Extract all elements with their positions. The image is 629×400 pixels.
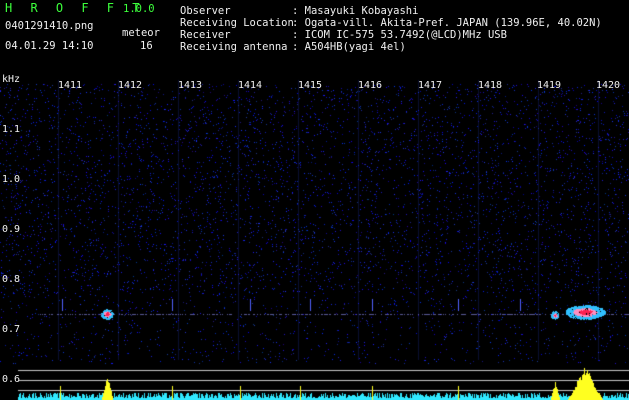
minute-label: 1416 xyxy=(358,80,383,91)
app-version: 1.0.0 xyxy=(123,3,155,15)
frequency-label: 1.0 xyxy=(2,174,21,185)
minute-label: 1420 xyxy=(596,80,621,91)
meteor-count: 16 xyxy=(140,40,153,52)
receiver-label: Receiver xyxy=(180,29,231,41)
frequency-label: 1.1 xyxy=(2,124,21,135)
minute-label: 1411 xyxy=(58,80,83,91)
antenna-value: : A504HB(yagi 4el) xyxy=(292,41,406,53)
antenna-label: Receiving antenna xyxy=(180,41,288,53)
observer-label: Observer xyxy=(180,5,231,17)
frequency-label: 0.8 xyxy=(2,274,21,285)
minute-label: 1417 xyxy=(418,80,443,91)
frequency-label: 0.9 xyxy=(2,224,21,235)
frequency-label: 0.7 xyxy=(2,324,21,335)
observer-value: : Masayuki Kobayashi xyxy=(292,5,419,17)
minute-label: 1414 xyxy=(238,80,263,91)
minute-label: 1415 xyxy=(298,80,323,91)
minute-label: 1412 xyxy=(118,80,143,91)
frequency-unit-label: kHz xyxy=(2,74,21,85)
minute-label: 1418 xyxy=(478,80,503,91)
receiver-value: : ICOM IC-575 53.7492(@LCD)MHz USB xyxy=(292,29,507,41)
meteor-label: meteor xyxy=(122,27,160,39)
capture-datetime: 04.01.29 14:10 xyxy=(5,40,94,52)
header-panel: H R O F F T 1.0.0 0401291410.png meteor … xyxy=(0,0,629,74)
location-label: Receiving Location xyxy=(180,17,294,29)
image-filename: 0401291410.png xyxy=(5,20,94,32)
frequency-label: 0.6 xyxy=(2,374,21,385)
spectrogram-canvas xyxy=(0,74,629,400)
minute-label: 1419 xyxy=(537,80,562,91)
minute-label: 1413 xyxy=(178,80,203,91)
location-value: : Ogata-vill. Akita-Pref. JAPAN (139.96E… xyxy=(292,17,602,29)
